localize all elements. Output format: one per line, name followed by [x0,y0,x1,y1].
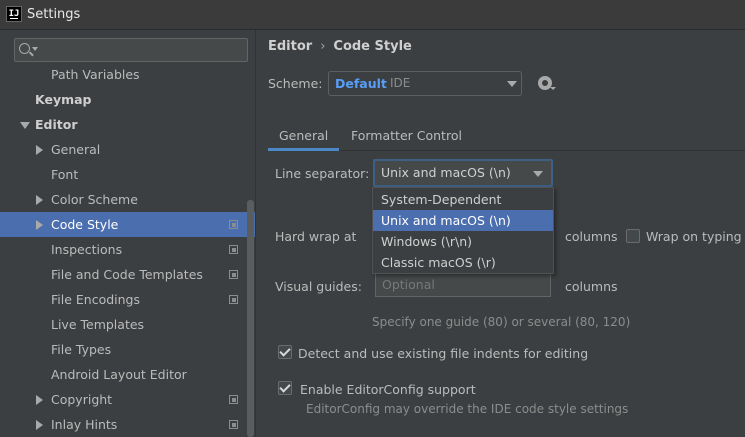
project-scope-icon [229,270,238,279]
sidebar-item-label: File Encodings [51,292,141,307]
option-windows[interactable]: Windows (\r\n) [373,231,553,252]
collapsed-arrow-icon[interactable] [36,220,43,230]
scheme-type: IDE [390,76,411,90]
collapsed-arrow-icon[interactable] [36,145,43,155]
sidebar-item-code-style[interactable]: Code Style [0,212,255,237]
sidebar-item-label: Color Scheme [51,192,138,207]
scheme-label: Scheme: [268,76,323,91]
hard-wrap-label: Hard wrap at [275,229,357,244]
sidebar-item-label: Keymap [35,92,92,107]
sidebar-item-label: General [51,142,101,157]
sidebar-item-file-encodings[interactable]: File Encodings [0,287,255,312]
chevron-down-icon [533,171,543,177]
sidebar-item-label: Path Variables [51,67,140,82]
tab-general[interactable]: General [268,122,340,151]
sidebar-item-file-types[interactable]: File Types [0,337,255,362]
sidebar-item-keymap[interactable]: Keymap [0,87,255,112]
sidebar-item-label: Inlay Hints [51,417,118,432]
breadcrumb-editor[interactable]: Editor [268,39,312,54]
sidebar-item-android-layout-editor[interactable]: Android Layout Editor [0,362,255,387]
hard-wrap-unit: columns [565,229,618,244]
visual-guides-hint: Specify one guide (80) or several (80, 1… [372,315,631,329]
expanded-arrow-icon[interactable] [20,122,30,129]
sidebar-item-copyright[interactable]: Copyright [0,387,255,412]
collapsed-arrow-icon[interactable] [36,420,43,430]
sidebar-item-label: Live Templates [51,317,145,332]
option-unix-macos[interactable]: Unix and macOS (\n) [373,210,553,231]
editorconfig-label[interactable]: Enable EditorConfig support [300,382,476,397]
breadcrumb-code-style: Code Style [333,39,412,54]
sidebar-item-inspections[interactable]: Inspections [0,237,255,262]
sidebar-item-file-and-code-templates[interactable]: File and Code Templates [0,262,255,287]
sidebar-item-label: Inspections [51,242,123,257]
title-bar: IJ Settings [0,0,745,30]
visual-guides-label: Visual guides: [275,279,362,294]
collapsed-arrow-icon[interactable] [36,395,43,405]
sidebar-item-label: Android Layout Editor [51,367,187,382]
line-separator-label: Line separator: [275,166,370,181]
visual-guides-input[interactable]: Optional [375,272,551,297]
project-scope-icon [229,420,238,429]
line-separator-value: Unix and macOS (\n) [381,165,511,180]
tab-formatter-control[interactable]: Formatter Control [340,122,473,151]
sidebar-item-font[interactable]: Font [0,162,255,187]
settings-sidebar: Path Variables Keymap Editor General Font Col… [0,30,256,437]
line-separator-options-popup: System-Dependent Unix and macOS (\n) Win… [372,187,554,274]
code-style-tabs: General Formatter Control [268,122,745,151]
sidebar-item-label: Code Style [51,217,119,232]
sidebar-item-label: File and Code Templates [51,267,203,282]
window-title: Settings [27,7,81,22]
editorconfig-hint: EditorConfig may override the IDE code s… [306,402,629,416]
settings-search-input[interactable] [14,38,248,62]
detect-indents-label[interactable]: Detect and use existing file indents for… [298,346,588,361]
sidebar-item-label: File Types [51,342,112,357]
project-scope-icon [229,295,238,304]
breadcrumb-separator: › [320,39,326,54]
line-separator-dropdown[interactable]: Unix and macOS (\n) [373,159,553,187]
wrap-on-typing-checkbox[interactable] [626,229,640,243]
chevron-down-icon [507,81,517,87]
project-scope-icon [229,395,238,404]
sidebar-item-label: Copyright [51,392,113,407]
sidebar-scrollbar[interactable] [247,200,254,437]
sidebar-item-label: Font [51,167,79,182]
sidebar-item-label: Editor [35,117,78,132]
editorconfig-checkbox[interactable] [278,381,292,395]
sidebar-item-live-templates[interactable]: Live Templates [0,312,255,337]
wrap-on-typing-label[interactable]: Wrap on typing [646,229,742,244]
project-scope-icon [229,220,238,229]
option-classic-macos[interactable]: Classic macOS (\r) [373,252,553,273]
intellij-logo-icon: IJ [6,6,22,22]
gear-icon[interactable] [538,76,556,90]
search-history-dropdown-icon[interactable] [32,47,38,51]
visual-guides-placeholder: Optional [382,277,435,292]
scheme-name: Default [335,76,387,91]
collapsed-arrow-icon[interactable] [36,195,43,205]
breadcrumb: Editor › Code Style [268,39,412,54]
visual-guides-unit: columns [565,279,618,294]
scheme-dropdown[interactable]: Default IDE [328,71,522,96]
sidebar-item-general[interactable]: General [0,137,255,162]
option-system-dependent[interactable]: System-Dependent [373,189,553,210]
search-icon[interactable] [19,43,30,54]
sidebar-item-color-scheme[interactable]: Color Scheme [0,187,255,212]
project-scope-icon [229,245,238,254]
sidebar-item-path-variables[interactable]: Path Variables [0,62,255,87]
sidebar-item-inlay-hints[interactable]: Inlay Hints [0,412,255,437]
sidebar-item-editor[interactable]: Editor [0,112,255,137]
detect-indents-checkbox[interactable] [278,345,292,359]
